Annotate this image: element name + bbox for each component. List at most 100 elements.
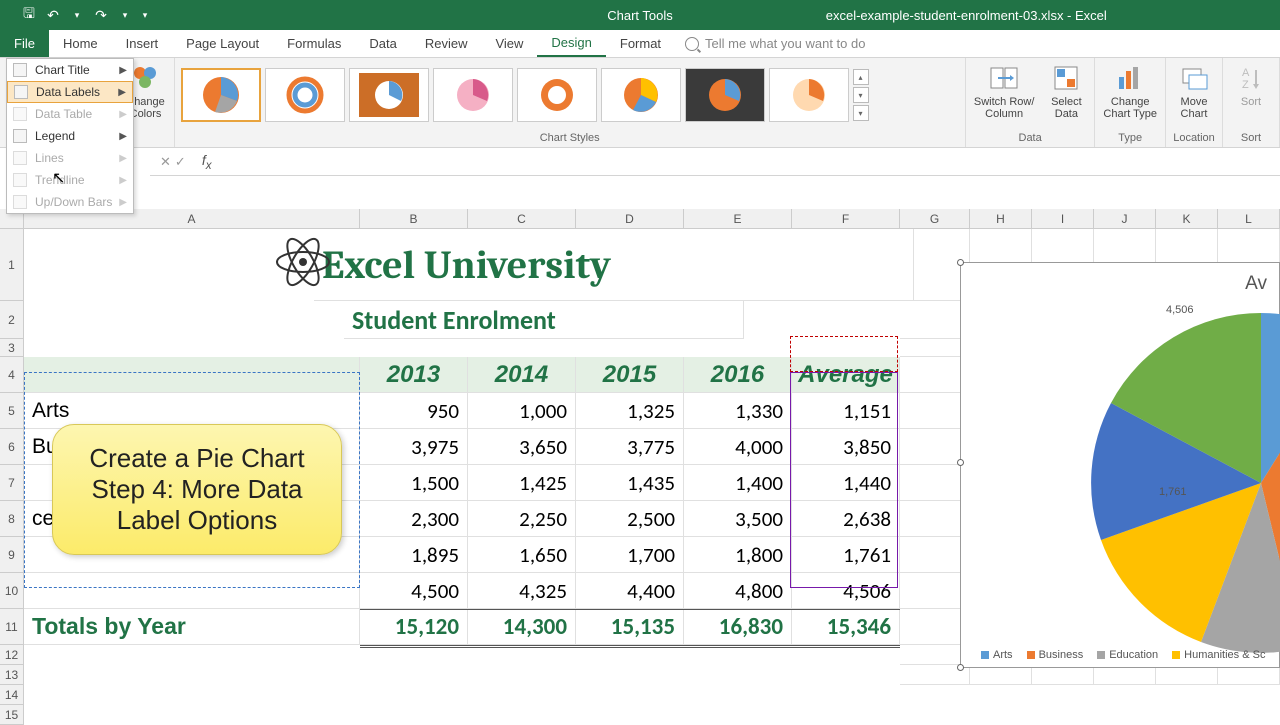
cell-F9[interactable]: 1,761 bbox=[792, 537, 900, 573]
column-header-K[interactable]: K bbox=[1156, 209, 1218, 229]
cell-B5[interactable]: 950 bbox=[360, 393, 468, 429]
tab-view[interactable]: View bbox=[481, 30, 537, 57]
column-header-J[interactable]: J bbox=[1094, 209, 1156, 229]
cell-F4[interactable]: Average bbox=[792, 357, 900, 393]
chart-style-3[interactable] bbox=[349, 68, 429, 122]
cell-E8[interactable]: 3,500 bbox=[684, 501, 792, 537]
empty-cell[interactable] bbox=[1156, 665, 1218, 685]
cell-D11[interactable]: 15,135 bbox=[576, 609, 684, 645]
cell-D8[interactable]: 2,500 bbox=[576, 501, 684, 537]
row-header-2[interactable]: 2 bbox=[0, 301, 24, 339]
chart-styles-gallery[interactable]: ▴ ▾ ▾ bbox=[179, 60, 961, 130]
qat-customize-icon[interactable]: ▾ bbox=[138, 4, 152, 26]
tab-format[interactable]: Format bbox=[606, 30, 675, 57]
gallery-more-icon[interactable]: ▾ bbox=[853, 105, 869, 121]
row-header-14[interactable]: 14 bbox=[0, 685, 24, 705]
chart-style-4[interactable] bbox=[433, 68, 513, 122]
cell-C9[interactable]: 1,650 bbox=[468, 537, 576, 573]
column-header-L[interactable]: L bbox=[1218, 209, 1280, 229]
row-header-6[interactable]: 6 bbox=[0, 429, 24, 465]
column-header-B[interactable]: B bbox=[360, 209, 468, 229]
cell-C4[interactable]: 2014 bbox=[468, 357, 576, 393]
cell-D9[interactable]: 1,700 bbox=[576, 537, 684, 573]
chart-style-6[interactable] bbox=[601, 68, 681, 122]
chart-style-8[interactable] bbox=[769, 68, 849, 122]
tab-design[interactable]: Design bbox=[537, 30, 605, 57]
formula-input[interactable] bbox=[212, 154, 1280, 169]
menu-legend[interactable]: Legend▶ bbox=[7, 125, 133, 147]
cell-F5[interactable]: 1,151 bbox=[792, 393, 900, 429]
cell-C7[interactable]: 1,425 bbox=[468, 465, 576, 501]
row-header-12[interactable]: 12 bbox=[0, 645, 24, 665]
empty-cell[interactable] bbox=[970, 665, 1032, 685]
cell-C11[interactable]: 14,300 bbox=[468, 609, 576, 645]
cell-F11[interactable]: 15,346 bbox=[792, 609, 900, 645]
row-header-7[interactable]: 7 bbox=[0, 465, 24, 501]
sort-button[interactable]: AZ Sort bbox=[1227, 60, 1275, 110]
cell-B11[interactable]: 15,120 bbox=[360, 609, 468, 645]
column-header-I[interactable]: I bbox=[1032, 209, 1094, 229]
row-header-1[interactable]: 1 bbox=[0, 229, 24, 301]
column-header-E[interactable]: E bbox=[684, 209, 792, 229]
cell-D7[interactable]: 1,435 bbox=[576, 465, 684, 501]
cell-B4[interactable]: 2013 bbox=[360, 357, 468, 393]
cell-C6[interactable]: 3,650 bbox=[468, 429, 576, 465]
cell-E4[interactable]: 2016 bbox=[684, 357, 792, 393]
tab-review[interactable]: Review bbox=[411, 30, 482, 57]
cell-E10[interactable]: 4,800 bbox=[684, 573, 792, 609]
chart-handle-sw[interactable] bbox=[957, 664, 964, 671]
cell-C10[interactable]: 4,325 bbox=[468, 573, 576, 609]
fx-enter-icon[interactable]: ✓ bbox=[175, 154, 186, 170]
undo-icon[interactable]: ↶ bbox=[42, 4, 64, 26]
tab-insert[interactable]: Insert bbox=[112, 30, 173, 57]
menu-chart-title[interactable]: Chart Title▶ bbox=[7, 59, 133, 81]
embedded-pie-chart[interactable]: Av 4,506 1,761 Arts Business Education H… bbox=[960, 262, 1280, 668]
cell-C5[interactable]: 1,000 bbox=[468, 393, 576, 429]
tab-home[interactable]: Home bbox=[49, 30, 112, 57]
tab-formulas[interactable]: Formulas bbox=[273, 30, 355, 57]
column-header-G[interactable]: G bbox=[900, 209, 970, 229]
cell-E6[interactable]: 4,000 bbox=[684, 429, 792, 465]
row-header-10[interactable]: 10 bbox=[0, 573, 24, 609]
cell-subtitle[interactable]: Student Enrolment bbox=[344, 301, 744, 339]
redo-dropdown-icon[interactable]: ▾ bbox=[114, 4, 136, 26]
spreadsheet-grid[interactable]: ABCDEFGHIJKL 123456789101112131415 Excel… bbox=[0, 176, 1280, 720]
fx-icon[interactable]: fx bbox=[196, 152, 212, 172]
gallery-up-icon[interactable]: ▴ bbox=[853, 69, 869, 85]
move-chart-button[interactable]: Move Chart bbox=[1170, 60, 1218, 122]
change-chart-type-button[interactable]: Change Chart Type bbox=[1099, 60, 1161, 122]
row-header-11[interactable]: 11 bbox=[0, 609, 24, 645]
cell-F7[interactable]: 1,440 bbox=[792, 465, 900, 501]
chart-style-5[interactable] bbox=[517, 68, 597, 122]
cell-B9[interactable]: 1,895 bbox=[360, 537, 468, 573]
chart-style-7[interactable] bbox=[685, 68, 765, 122]
column-header-D[interactable]: D bbox=[576, 209, 684, 229]
cell-D6[interactable]: 3,775 bbox=[576, 429, 684, 465]
column-header-H[interactable]: H bbox=[970, 209, 1032, 229]
cell-B6[interactable]: 3,975 bbox=[360, 429, 468, 465]
tab-file[interactable]: File bbox=[0, 30, 49, 57]
empty-cell[interactable] bbox=[1032, 665, 1094, 685]
cell-title[interactable]: Excel University bbox=[314, 229, 914, 301]
row-header-3[interactable]: 3 bbox=[0, 339, 24, 357]
row-header-8[interactable]: 8 bbox=[0, 501, 24, 537]
row-header-15[interactable]: 15 bbox=[0, 705, 24, 725]
switch-row-column-button[interactable]: Switch Row/ Column bbox=[970, 60, 1039, 122]
cell-F8[interactable]: 2,638 bbox=[792, 501, 900, 537]
gallery-down-icon[interactable]: ▾ bbox=[853, 87, 869, 103]
fx-cancel-icon[interactable]: ✕ bbox=[160, 154, 171, 170]
chart-style-2[interactable] bbox=[265, 68, 345, 122]
row-header-5[interactable]: 5 bbox=[0, 393, 24, 429]
row-header-9[interactable]: 9 bbox=[0, 537, 24, 573]
redo-icon[interactable]: ↷ bbox=[90, 4, 112, 26]
cell-E9[interactable]: 1,800 bbox=[684, 537, 792, 573]
cell-C8[interactable]: 2,250 bbox=[468, 501, 576, 537]
cell-A4[interactable] bbox=[24, 357, 360, 393]
chart-style-1[interactable] bbox=[181, 68, 261, 122]
tab-page-layout[interactable]: Page Layout bbox=[172, 30, 273, 57]
cell-E11[interactable]: 16,830 bbox=[684, 609, 792, 645]
column-header-C[interactable]: C bbox=[468, 209, 576, 229]
cell-F10[interactable]: 4,506 bbox=[792, 573, 900, 609]
cell-A10[interactable] bbox=[24, 573, 360, 609]
save-icon[interactable]: 🖫 bbox=[18, 4, 40, 26]
